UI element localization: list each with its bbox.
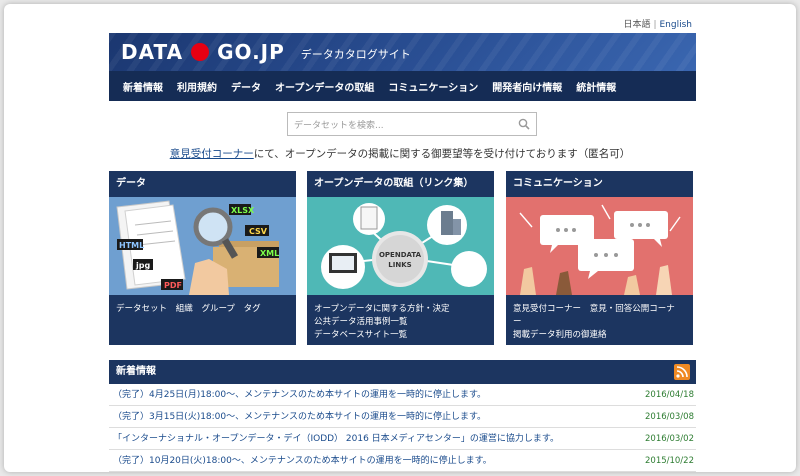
card-communication: コミュニケーション 意見受付コーナー 意見・回答公開コーナー 掲載データ利用の御… <box>506 171 693 345</box>
nav-item-communication[interactable]: コミュニケーション <box>388 79 478 94</box>
link-opendata-policy[interactable]: オープンデータに関する方針・決定 <box>314 303 487 316</box>
search-input[interactable] <box>288 115 508 137</box>
card-opendata: オープンデータの取組（リンク集） OPENDATA LINKS オープンデータに… <box>307 171 494 345</box>
card-title[interactable]: コミュニケーション <box>506 171 693 197</box>
card-title[interactable]: オープンデータの取組（リンク集） <box>307 171 494 197</box>
search-icon[interactable] <box>518 118 530 130</box>
badge-xlsx: XLSX <box>231 206 255 215</box>
news-item-link[interactable]: （完了）3月15日(火)18:00～、メンテナンスのため本サイトの運用を一時的に… <box>113 412 486 422</box>
badge-csv: CSV <box>249 227 268 236</box>
logo-red-dot <box>191 43 210 61</box>
news-item-date: 2016/04/18 <box>645 390 694 400</box>
card-links: データセット 組織 グループ タグ <box>109 295 296 324</box>
news-item: （完了）10月20日(火)18:00～、メンテナンスのため本サイトの運用を一時的… <box>109 450 696 472</box>
feedback-text: にて、オープンデータの掲載に関する御要望等を受け付けております（匿名可） <box>253 148 631 160</box>
language-switcher: 日本語 | English <box>623 20 693 30</box>
communication-illustration <box>506 197 693 295</box>
opendata-links-image: OPENDATA LINKS <box>321 203 487 289</box>
rss-icon[interactable] <box>674 364 690 380</box>
nav-item-opendata[interactable]: オープンデータの取組 <box>275 79 374 94</box>
main-nav: 新着情報 利用規約 データ オープンデータの取組 コミュニケーション 開発者向け… <box>109 71 696 101</box>
link-tags[interactable]: タグ <box>244 304 261 314</box>
badge-xml: XML <box>260 249 279 258</box>
news-item-date: 2016/03/02 <box>645 434 694 444</box>
nav-item-statistics[interactable]: 統計情報 <box>576 79 616 94</box>
site-logo[interactable]: DATA GO.JP データカタログサイト <box>121 40 411 64</box>
link-groups[interactable]: グループ <box>201 304 235 314</box>
card-links: オープンデータに関する方針・決定 公共データ活用事例一覧 データベースサイト一覧 <box>307 295 494 350</box>
news-header: 新着情報 <box>109 360 696 384</box>
card-title[interactable]: データ <box>109 171 296 197</box>
nav-item-news[interactable]: 新着情報 <box>123 79 163 94</box>
link-datasets[interactable]: データセット <box>116 304 167 314</box>
banner: DATA GO.JP データカタログサイト <box>109 33 696 71</box>
badge-html: HTML <box>119 241 144 250</box>
news-item-date: 2016/03/08 <box>645 412 694 422</box>
badge-pdf: PDF <box>164 281 182 290</box>
nav-item-terms[interactable]: 利用規約 <box>177 79 217 94</box>
lang-en[interactable]: English <box>660 20 693 30</box>
news-item: 「インターナショナル・オープンデータ・デイ（IODD） 2016 日本メディアセ… <box>109 428 696 450</box>
card-links: 意見受付コーナー 意見・回答公開コーナー 掲載データ利用の御連絡 <box>506 295 693 350</box>
nav-item-developers[interactable]: 開発者向け情報 <box>492 79 562 94</box>
news-section: 新着情報 （完了）4月25日(月)18:00～、メンテナンスのため本サイトの運用… <box>109 360 696 472</box>
link-database-sites[interactable]: データベースサイト一覧 <box>314 329 487 342</box>
badge-jpg: jpg <box>135 261 150 270</box>
opendata-illustration: OPENDATA LINKS <box>307 197 494 295</box>
lang-ja[interactable]: 日本語 <box>623 20 650 30</box>
news-item-link[interactable]: （完了）10月20日(火)18:00～、メンテナンスのため本サイトの運用を一時的… <box>113 456 492 466</box>
logo-text-gojp: GO.JP <box>217 40 285 64</box>
news-item-link[interactable]: 「インターナショナル・オープンデータ・デイ（IODD） 2016 日本メディアセ… <box>113 434 559 444</box>
link-feedback-corner[interactable]: 意見受付コーナー <box>513 304 581 314</box>
news-item-link[interactable]: （完了）4月25日(月)18:00～、メンテナンスのため本サイトの運用を一時的に… <box>113 390 486 400</box>
card-data: データ XLSX CSV XML HTML jpg PDF データセット 組織 … <box>109 171 296 345</box>
news-item-date: 2015/10/22 <box>645 456 694 466</box>
feedback-link[interactable]: 意見受付コーナー <box>170 148 254 160</box>
link-organizations[interactable]: 組織 <box>176 304 193 314</box>
data-illustration: XLSX CSV XML HTML jpg PDF <box>109 197 296 295</box>
search-box <box>287 112 537 137</box>
news-title: 新着情報 <box>116 366 156 377</box>
opendata-badge-line2: LINKS <box>388 261 411 269</box>
logo-text-data: DATA <box>121 40 184 64</box>
feedback-notice: 意見受付コーナーにて、オープンデータの掲載に関する御要望等を受け付けております（… <box>4 146 796 161</box>
site-header: DATA GO.JP データカタログサイト 新着情報 利用規約 データ オープン… <box>109 33 696 101</box>
nav-item-data[interactable]: データ <box>231 79 261 94</box>
opendata-badge-line1: OPENDATA <box>379 251 422 259</box>
browser-frame: 日本語 | English DATA GO.JP データカタログサイト 新着情報 利… <box>4 4 796 472</box>
logo-subtitle: データカタログサイト <box>300 47 411 61</box>
link-data-usage-contact[interactable]: 掲載データ利用の御連絡 <box>513 329 686 342</box>
link-use-cases[interactable]: 公共データ活用事例一覧 <box>314 316 487 329</box>
news-item: （完了）4月25日(月)18:00～、メンテナンスのため本サイトの運用を一時的に… <box>109 384 696 406</box>
speech-bubbles-image <box>519 204 681 295</box>
news-item: （完了）3月15日(火)18:00～、メンテナンスのため本サイトの運用を一時的に… <box>109 406 696 428</box>
data-files-image: XLSX CSV XML HTML jpg PDF <box>116 200 279 295</box>
